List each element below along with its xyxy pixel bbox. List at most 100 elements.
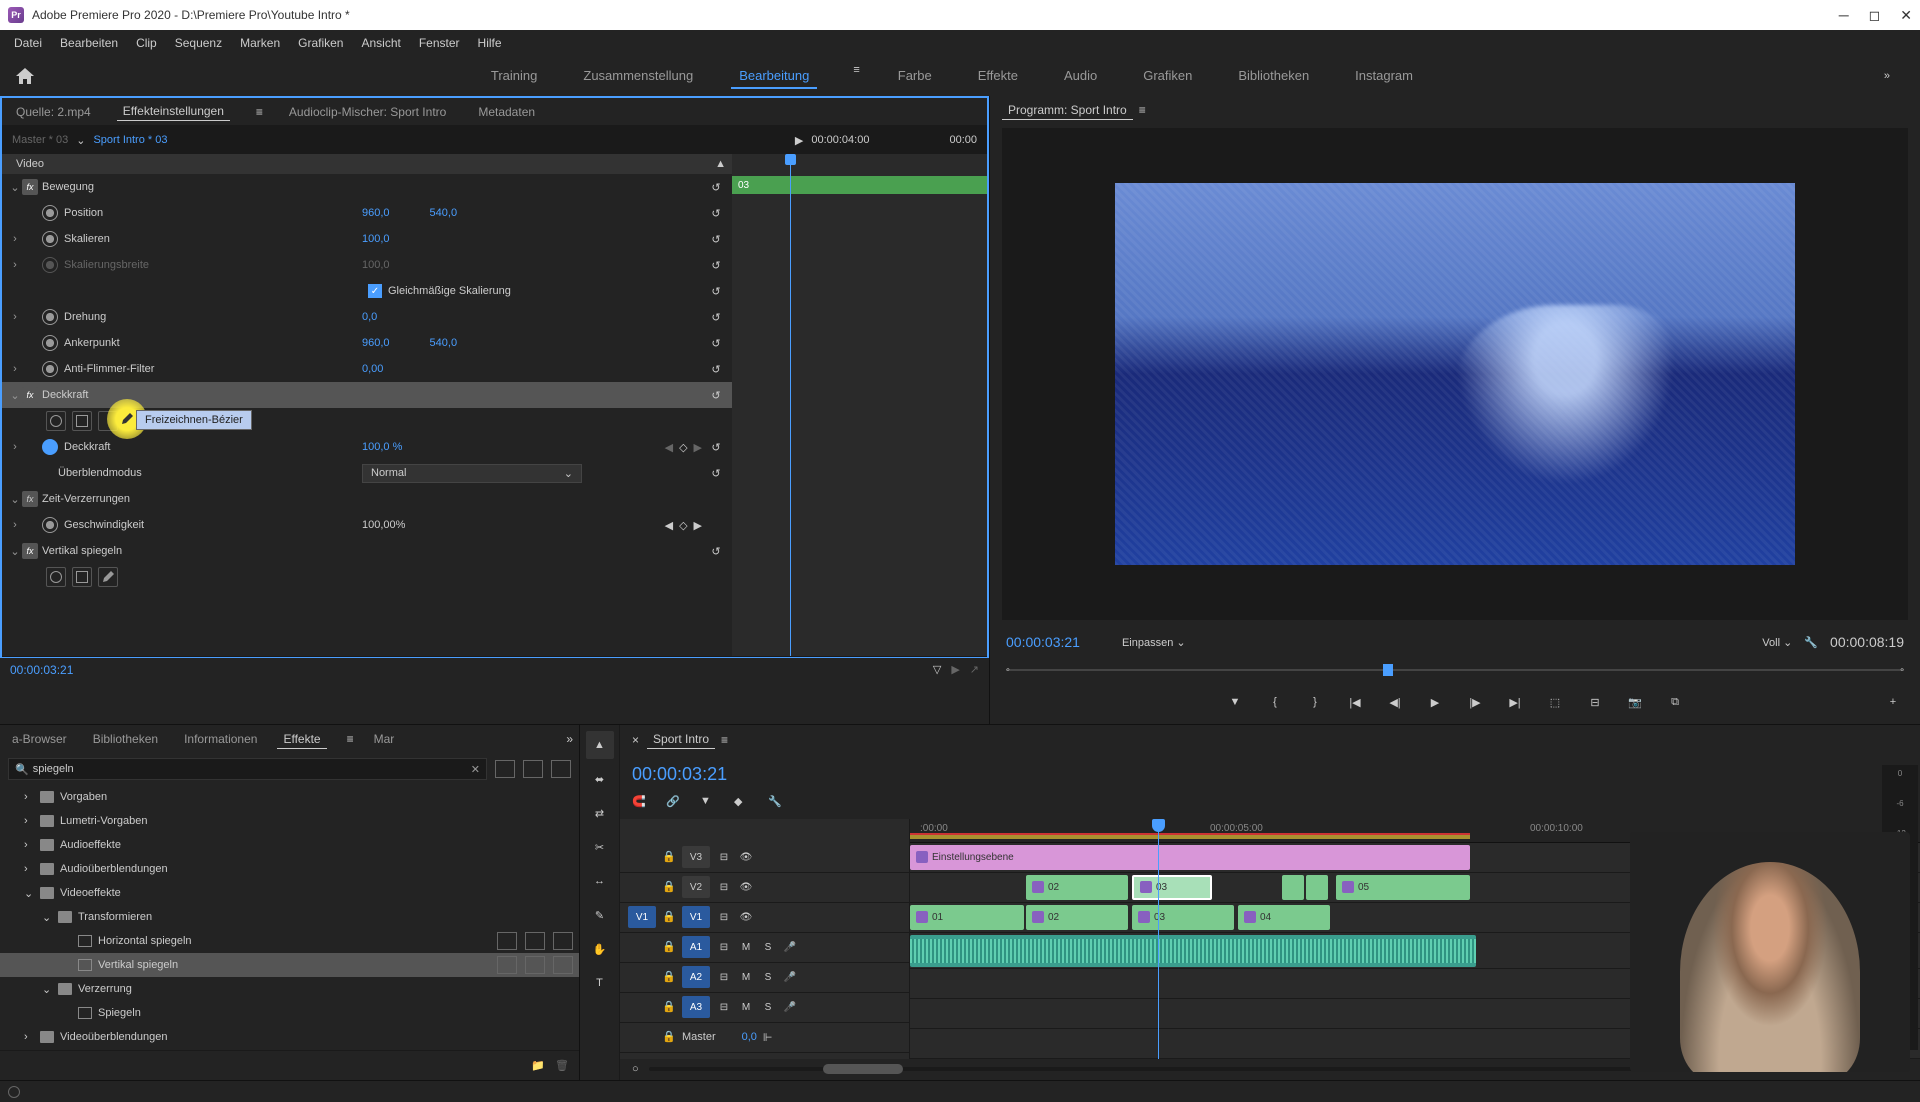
- lock-icon[interactable]: 🔒: [662, 940, 676, 954]
- maximize-button[interactable]: ◻: [1869, 7, 1881, 24]
- stopwatch-icon[interactable]: [42, 335, 58, 351]
- project-tab[interactable]: Informationen: [178, 730, 263, 748]
- minimize-button[interactable]: ─: [1839, 7, 1849, 24]
- type-tool[interactable]: T: [586, 969, 614, 997]
- track-output-toggle[interactable]: ⊟: [716, 909, 732, 925]
- mute-toggle[interactable]: M: [738, 969, 754, 985]
- workspace-tab-effekte[interactable]: Effekte: [970, 64, 1026, 89]
- menu-bearbeiten[interactable]: Bearbeiten: [52, 32, 126, 54]
- mark-out-button[interactable]: }: [1304, 691, 1326, 713]
- quality-dropdown[interactable]: Voll ⌄: [1762, 636, 1792, 649]
- reset-icon[interactable]: ↺: [706, 229, 726, 249]
- track-label[interactable]: A1: [682, 936, 710, 958]
- mark-in-button[interactable]: {: [1264, 691, 1286, 713]
- mark-out-icon[interactable]: ◦: [1900, 664, 1904, 676]
- prev-keyframe-icon[interactable]: ◀: [665, 519, 673, 532]
- collapse-toggle[interactable]: ⌄: [8, 545, 22, 558]
- source-tab[interactable]: Metadaten: [472, 103, 541, 121]
- accelerated-badge-icon[interactable]: [495, 760, 515, 778]
- stopwatch-icon[interactable]: [42, 205, 58, 221]
- source-patch[interactable]: V1: [628, 906, 656, 928]
- track-output-toggle[interactable]: ⊟: [716, 999, 732, 1015]
- yuv-badge-icon[interactable]: [551, 760, 571, 778]
- project-tab[interactable]: Mar: [368, 730, 401, 748]
- pen-mask-tool[interactable]: [98, 411, 118, 431]
- stopwatch-icon[interactable]: [42, 309, 58, 325]
- panel-menu-icon[interactable]: ≡: [721, 733, 728, 747]
- track-label[interactable]: A2: [682, 966, 710, 988]
- mark-in-icon[interactable]: ◦: [1006, 664, 1010, 676]
- menu-grafiken[interactable]: Grafiken: [290, 32, 351, 54]
- voice-over-icon[interactable]: 🎤: [782, 999, 798, 1015]
- collapse-toggle[interactable]: ›: [8, 441, 22, 453]
- new-bin-icon[interactable]: 📁: [531, 1059, 545, 1072]
- track-label[interactable]: V1: [682, 906, 710, 928]
- effects-folder[interactable]: ›Lumetri-Vorgaben: [0, 809, 579, 833]
- fx-badge[interactable]: fx: [22, 543, 38, 559]
- menu-fenster[interactable]: Fenster: [411, 32, 468, 54]
- add-keyframe-icon[interactable]: ◇: [679, 441, 687, 454]
- video-clip[interactable]: 02: [1026, 905, 1128, 930]
- video-clip[interactable]: [1306, 875, 1328, 900]
- step-back-button[interactable]: ◀|: [1384, 691, 1406, 713]
- video-clip[interactable]: 01: [910, 905, 1024, 930]
- hand-tool[interactable]: ✋: [586, 935, 614, 963]
- program-playhead[interactable]: [1383, 664, 1393, 676]
- mute-toggle[interactable]: M: [738, 999, 754, 1015]
- panel-menu-icon[interactable]: ≡: [1139, 103, 1146, 117]
- collapse-toggle[interactable]: ⌄: [8, 389, 22, 402]
- video-clip[interactable]: 04: [1238, 905, 1330, 930]
- track-output-toggle[interactable]: ⊟: [716, 879, 732, 895]
- workspace-overflow-icon[interactable]: »: [1864, 70, 1910, 82]
- reset-icon[interactable]: ↺: [706, 437, 726, 457]
- ankerpunkt-y-value[interactable]: 540,0: [430, 337, 458, 349]
- reset-icon[interactable]: ↺: [706, 203, 726, 223]
- reset-icon[interactable]: ↺: [706, 463, 726, 483]
- selection-tool[interactable]: ▲: [586, 731, 614, 759]
- filter-icon[interactable]: ▽: [933, 663, 941, 676]
- next-keyframe-icon[interactable]: ▶: [694, 519, 702, 532]
- zoom-out-handle[interactable]: ○: [632, 1063, 639, 1075]
- effects-search-input[interactable]: [33, 763, 471, 775]
- collapse-toggle[interactable]: ›: [8, 363, 22, 375]
- export-frame-button[interactable]: 📷: [1624, 691, 1646, 713]
- solo-toggle[interactable]: S: [760, 999, 776, 1015]
- workspace-tab-farbe[interactable]: Farbe: [890, 64, 940, 89]
- expand-icon[interactable]: ⊩: [763, 1031, 773, 1044]
- program-viewport[interactable]: [1002, 128, 1908, 620]
- reset-icon[interactable]: ↺: [706, 385, 726, 405]
- voice-over-icon[interactable]: 🎤: [782, 969, 798, 985]
- project-tab[interactable]: Bibliotheken: [87, 730, 164, 748]
- adjustment-layer-clip[interactable]: Einstellungsebene: [910, 845, 1470, 870]
- effects-folder[interactable]: ›Videoüberblendungen: [0, 1025, 579, 1049]
- marker-icon[interactable]: ▼: [700, 795, 716, 811]
- project-tab[interactable]: Effekte: [277, 730, 326, 749]
- track-output-toggle[interactable]: ⊟: [716, 969, 732, 985]
- track-output-toggle[interactable]: ⊟: [716, 849, 732, 865]
- wrench-icon[interactable]: 🔧: [1804, 636, 1818, 649]
- antiflimmer-value[interactable]: 0,00: [362, 363, 383, 375]
- wrench-icon[interactable]: 🔧: [768, 795, 784, 811]
- reset-icon[interactable]: ↺: [706, 307, 726, 327]
- track-label[interactable]: V3: [682, 846, 710, 868]
- workspace-tab-grafiken[interactable]: Grafiken: [1135, 64, 1200, 89]
- play-icon[interactable]: ▶: [795, 134, 803, 147]
- ankerpunkt-x-value[interactable]: 960,0: [362, 337, 390, 349]
- track-output-toggle[interactable]: ⊟: [716, 939, 732, 955]
- track-visibility-toggle[interactable]: 👁: [738, 909, 754, 925]
- snap-icon[interactable]: 🧲: [632, 795, 648, 811]
- source-tab[interactable]: Quelle: 2.mp4: [10, 103, 97, 121]
- workspace-tab-zusammenstellung[interactable]: Zusammenstellung: [575, 64, 701, 89]
- position-y-value[interactable]: 540,0: [430, 207, 458, 219]
- mute-toggle[interactable]: M: [738, 939, 754, 955]
- go-to-in-button[interactable]: |◀: [1344, 691, 1366, 713]
- menu-marken[interactable]: Marken: [232, 32, 288, 54]
- solo-toggle[interactable]: S: [760, 939, 776, 955]
- workspace-tab-audio[interactable]: Audio: [1056, 64, 1105, 89]
- pen-tool[interactable]: ✎: [586, 901, 614, 929]
- video-clip[interactable]: [1282, 875, 1304, 900]
- skalieren-value[interactable]: 100,0: [362, 233, 390, 245]
- fx-badge[interactable]: fx: [22, 179, 38, 195]
- clear-search-icon[interactable]: ✕: [471, 763, 480, 776]
- drehung-value[interactable]: 0,0: [362, 311, 377, 323]
